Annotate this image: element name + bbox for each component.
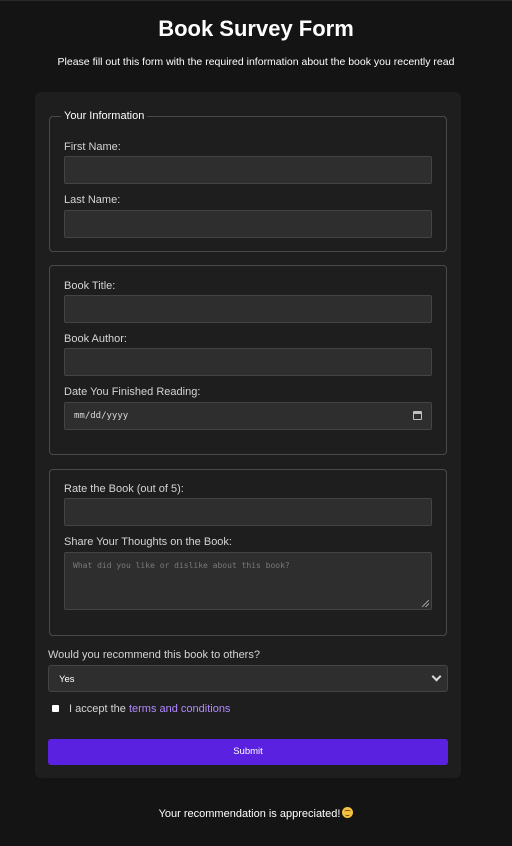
terms-label: I accept the terms and conditions — [69, 703, 230, 715]
book-details-fieldset: Book Title: Book Author: Date You Finish… — [49, 265, 447, 455]
book-review-fieldset: Rate the Book (out of 5): Share Your Tho… — [49, 469, 447, 636]
page-title: Book Survey Form — [158, 16, 354, 41]
recommend-label: Would you recommend this book to others? — [48, 649, 260, 661]
thoughts-placeholder: What did you like or dislike about this … — [73, 561, 290, 570]
resize-handle-icon[interactable] — [422, 600, 429, 607]
footer-message: Your recommendation is appreciated! — [0, 807, 512, 820]
last-name-label: Last Name: — [64, 194, 121, 206]
first-name-input[interactable] — [64, 156, 432, 184]
terms-prefix: I accept the — [69, 703, 126, 715]
footer-text: Your recommendation is appreciated! — [158, 808, 341, 820]
terms-link[interactable]: terms and conditions — [129, 703, 231, 715]
smiling-face-icon — [342, 807, 354, 818]
thoughts-textarea[interactable]: What did you like or dislike about this … — [64, 552, 432, 610]
book-title-label: Book Title: — [64, 280, 116, 292]
terms-checkbox[interactable] — [52, 705, 59, 712]
submit-button[interactable]: Submit — [48, 739, 448, 765]
survey-form: Your Information First Name: Last Name: … — [35, 92, 461, 778]
calendar-icon[interactable] — [413, 411, 422, 420]
recommend-selected-value: Yes — [59, 674, 75, 685]
book-title-input[interactable] — [64, 295, 432, 323]
rating-input[interactable] — [64, 498, 432, 526]
rating-label: Rate the Book (out of 5): — [64, 483, 184, 495]
date-finished-input[interactable]: mm/dd/yyyy — [64, 402, 432, 430]
last-name-input[interactable] — [64, 210, 432, 238]
first-name-label: First Name: — [64, 141, 121, 153]
date-finished-label: Date You Finished Reading: — [64, 386, 201, 398]
chevron-down-icon — [431, 671, 442, 682]
page-subtitle: Please fill out this form with the requi… — [57, 56, 455, 68]
your-information-fieldset: Your Information First Name: Last Name: — [49, 110, 447, 252]
recommend-select[interactable]: Yes — [48, 665, 448, 692]
date-placeholder: mm/dd/yyyy — [74, 411, 129, 421]
your-information-legend: Your Information — [64, 110, 145, 122]
thoughts-label: Share Your Thoughts on the Book: — [64, 536, 232, 548]
book-author-input[interactable] — [64, 348, 432, 376]
book-author-label: Book Author: — [64, 333, 127, 345]
